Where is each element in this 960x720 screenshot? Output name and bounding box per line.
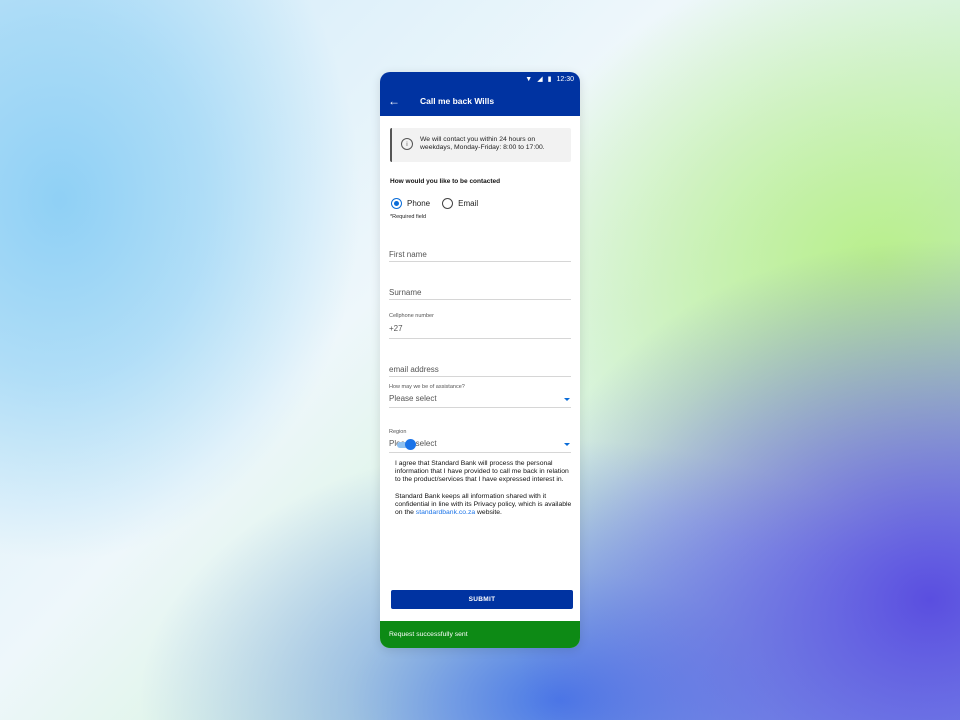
email-placeholder: email address: [389, 365, 439, 374]
radio-phone[interactable]: Phone: [391, 198, 430, 209]
radio-email-label: Email: [458, 199, 479, 208]
info-text: We will contact you within 24 hours on w…: [420, 135, 545, 152]
chevron-down-icon: [564, 443, 570, 446]
surname-placeholder: Surname: [389, 288, 422, 297]
page-title: Call me back Wills: [420, 96, 495, 106]
contact-question: How would you like to be contacted: [390, 178, 501, 185]
first-name-placeholder: First name: [389, 250, 427, 259]
radio-unchecked-icon: [442, 198, 454, 209]
consent-paragraph-1: I agree that Standard Bank will process …: [395, 460, 569, 484]
form-content: i We will contact you within 24 hours on…: [380, 116, 580, 453]
region-select[interactable]: Region Please select: [389, 429, 571, 453]
assistance-label: How may we be of assistance?: [389, 384, 465, 390]
radio-email[interactable]: Email: [442, 198, 478, 209]
app-bar: ← Call me back Wills: [380, 86, 580, 116]
wifi-icon: ▼: [525, 75, 533, 83]
email-field[interactable]: email address: [389, 359, 571, 377]
info-icon: i: [401, 138, 413, 150]
cellphone-value: +27: [389, 324, 403, 333]
region-label: Region: [389, 429, 407, 435]
battery-icon: ▮: [547, 76, 552, 83]
consent-paragraph-2: Standard Bank keeps all information shar…: [395, 493, 575, 518]
privacy-link[interactable]: standardbank.co.za: [416, 509, 475, 516]
chevron-down-icon: [564, 398, 570, 401]
required-note: *Required field: [390, 214, 427, 220]
status-bar: ▼ ◢ ▮ 12:30: [380, 72, 580, 86]
radio-checked-icon: [391, 198, 402, 209]
arrow-left-icon[interactable]: ←: [388, 94, 408, 108]
snackbar-text: Request successfully sent: [389, 631, 468, 638]
assistance-select[interactable]: How may we be of assistance? Please sele…: [389, 384, 571, 408]
cellphone-field[interactable]: Cellphone number +27: [389, 313, 571, 339]
surname-field[interactable]: Surname: [389, 282, 571, 300]
assistance-value: Please select: [389, 394, 437, 403]
consent-toggle[interactable]: [397, 439, 416, 450]
signal-icon: ◢: [537, 76, 543, 83]
radio-phone-label: Phone: [407, 199, 431, 208]
consent-text: I agree that Standard Bank will process …: [395, 460, 575, 517]
contact-method-group: Phone Email: [391, 198, 571, 209]
success-snackbar: Request successfully sent: [380, 621, 580, 648]
region-value: Please select: [389, 439, 437, 448]
cellphone-label: Cellphone number: [389, 313, 434, 319]
first-name-field[interactable]: First name: [389, 244, 571, 262]
status-time: 12:30: [556, 75, 574, 83]
phone-screen: ▼ ◢ ▮ 12:30 ← Call me back Wills i We wi…: [380, 72, 580, 648]
info-box: i We will contact you within 24 hours on…: [390, 128, 571, 162]
consent-paragraph-2-suffix: website.: [477, 509, 502, 517]
submit-button[interactable]: SUBMIT: [391, 590, 573, 609]
